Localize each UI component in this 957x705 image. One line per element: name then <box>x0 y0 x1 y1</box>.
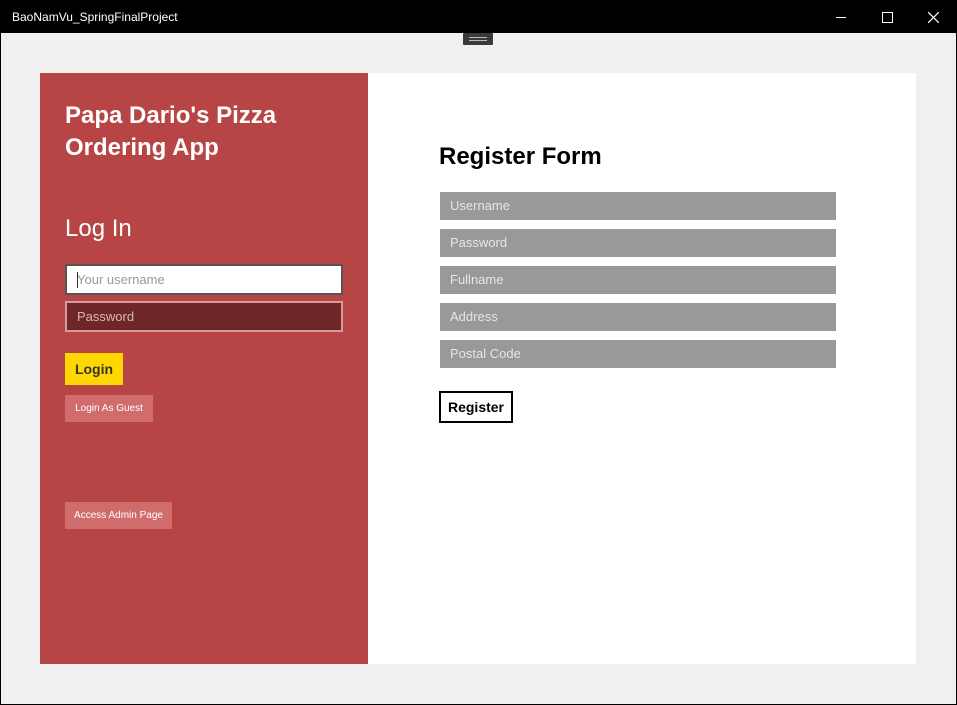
title-bar[interactable]: BaoNamVu_SpringFinalProject <box>1 1 956 33</box>
drag-handle-icon[interactable] <box>463 33 493 45</box>
login-panel: Papa Dario's Pizza Ordering App Log In Y… <box>40 73 368 664</box>
register-password-input[interactable]: Password <box>440 229 836 257</box>
login-button[interactable]: Login <box>65 353 123 385</box>
register-username-placeholder: Username <box>450 198 510 213</box>
register-address-input[interactable]: Address <box>440 303 836 331</box>
access-admin-page-button[interactable]: Access Admin Page <box>65 502 172 529</box>
register-panel: Register Form Username Password Fullname… <box>368 73 916 664</box>
window-title: BaoNamVu_SpringFinalProject <box>12 10 178 24</box>
password-placeholder: Password <box>77 309 135 324</box>
register-heading: Register Form <box>439 143 602 170</box>
register-address-placeholder: Address <box>450 309 498 324</box>
app-window: BaoNamVu_SpringFinalProject Papa Dario's… <box>0 0 957 705</box>
username-input[interactable]: Your username <box>65 264 343 295</box>
minimize-icon <box>835 16 846 18</box>
register-password-placeholder: Password <box>450 235 508 250</box>
register-username-input[interactable]: Username <box>440 192 836 220</box>
login-as-guest-button[interactable]: Login As Guest <box>65 395 153 422</box>
password-input[interactable]: Password <box>65 301 343 332</box>
login-heading: Log In <box>65 215 132 242</box>
maximize-button[interactable] <box>864 1 910 33</box>
register-fullname-input[interactable]: Fullname <box>440 266 836 294</box>
close-icon <box>927 11 939 23</box>
register-postal-code-input[interactable]: Postal Code <box>440 340 836 368</box>
register-postal-code-placeholder: Postal Code <box>450 346 521 361</box>
app-title: Papa Dario's Pizza Ordering App <box>65 102 277 161</box>
maximize-icon <box>881 11 893 23</box>
register-button[interactable]: Register <box>439 391 513 423</box>
username-placeholder: Your username <box>77 272 165 287</box>
text-caret <box>77 272 78 288</box>
close-button[interactable] <box>910 1 956 33</box>
register-fullname-placeholder: Fullname <box>450 272 504 287</box>
minimize-button[interactable] <box>818 1 864 33</box>
